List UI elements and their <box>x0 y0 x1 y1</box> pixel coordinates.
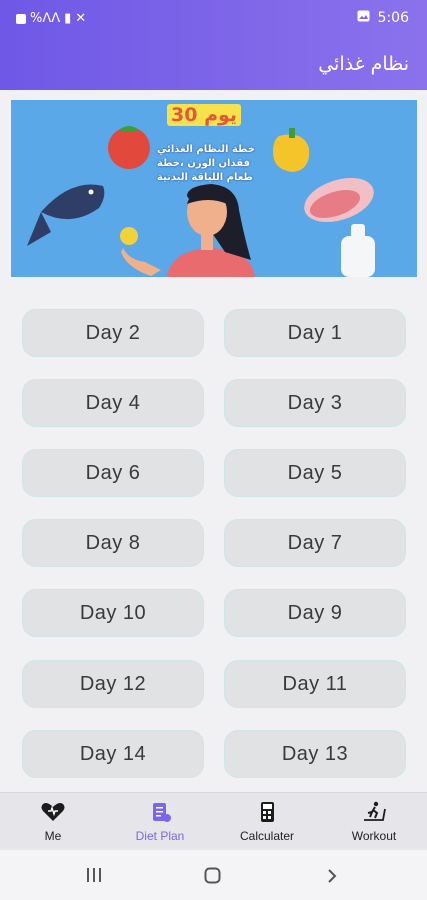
status-left: %ᐱᐱ ▮ ✕ <box>16 11 86 26</box>
bottom-navigation: Me Diet Plan Calculater Workout <box>0 792 427 851</box>
day-4-button[interactable]: Day 4 <box>22 379 204 427</box>
day-11-button[interactable]: Day 11 <box>224 660 406 708</box>
nav-diet-plan-label: Diet Plan <box>135 829 185 843</box>
day-1-button[interactable]: Day 1 <box>224 309 406 357</box>
day-12-button[interactable]: Day 12 <box>22 660 204 708</box>
app-header: %ᐱᐱ ▮ ✕ 5:06 نظام غذائي <box>0 0 427 90</box>
day-9-button[interactable]: Day 9 <box>224 589 406 637</box>
day-7-button[interactable]: Day 7 <box>224 519 406 567</box>
notification-icon <box>16 13 26 24</box>
diet-clipboard-icon <box>153 803 171 822</box>
heart-hand-icon <box>41 803 65 821</box>
status-left-text: %ᐱᐱ <box>30 11 61 26</box>
banner-heading: 30 يوم <box>167 104 242 126</box>
nav-diet-plan[interactable]: Diet Plan <box>107 793 213 851</box>
nav-workout[interactable]: Workout <box>321 793 427 851</box>
day-5-button[interactable]: Day 5 <box>224 449 406 497</box>
banner-line-3: طعام اللياقة البدنية <box>157 172 253 183</box>
banner-line-1: خطة النظام الغذائي <box>157 144 255 155</box>
banner-line-2: فقدان الوزن ،خطة <box>157 158 251 169</box>
nav-me-label: Me <box>44 829 62 843</box>
nav-calculater[interactable]: Calculater <box>214 793 320 851</box>
status-bar: %ᐱᐱ ▮ ✕ 5:06 <box>0 0 427 36</box>
clock: 5:06 <box>377 10 409 26</box>
day-3-button[interactable]: Day 3 <box>224 379 406 427</box>
mute-icon: ✕ <box>75 11 87 26</box>
banner-illustration <box>27 126 375 277</box>
day-2-button[interactable]: Day 2 <box>22 309 204 357</box>
system-navigation-bar <box>0 850 427 900</box>
day-10-button[interactable]: Day 10 <box>22 589 204 637</box>
day-13-button[interactable]: Day 13 <box>224 730 406 778</box>
day-6-button[interactable]: Day 6 <box>22 449 204 497</box>
home-icon[interactable] <box>204 867 221 884</box>
page-title: نظام غذائي <box>318 53 409 75</box>
nav-workout-label: Workout <box>351 829 397 843</box>
calculator-icon <box>261 802 274 822</box>
back-chevron-icon[interactable] <box>327 868 337 884</box>
day-8-button[interactable]: Day 8 <box>22 519 204 567</box>
day-14-button[interactable]: Day 14 <box>22 730 204 778</box>
recent-apps-icon[interactable] <box>86 868 102 882</box>
status-right: 5:06 <box>357 10 409 26</box>
nav-calculater-label: Calculater <box>239 829 295 843</box>
diet-banner-image: 30 يوم خطة النظام الغذائي فقدان الوزن ،خ… <box>11 100 417 277</box>
nav-me[interactable]: Me <box>0 793 106 851</box>
image-icon <box>357 10 370 26</box>
signal-icon: ▮ <box>64 11 72 26</box>
treadmill-runner-icon <box>364 801 386 821</box>
